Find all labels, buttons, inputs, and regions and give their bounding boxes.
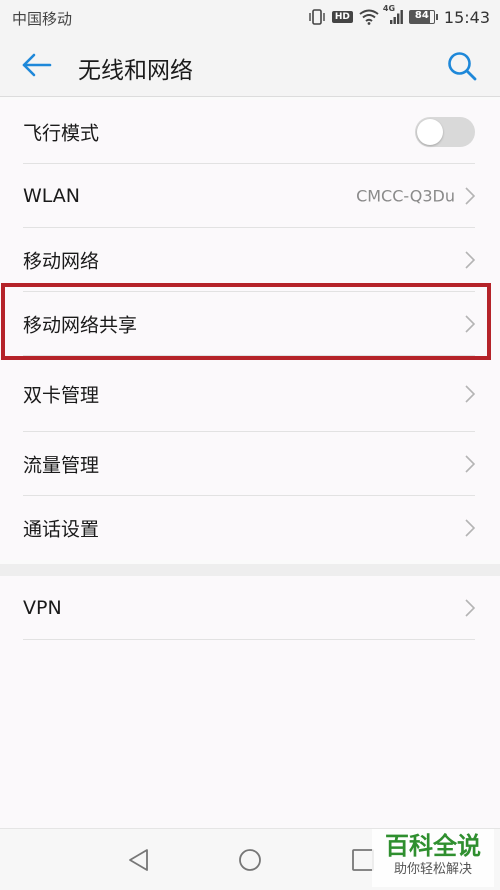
settings-row-call-settings[interactable]: 通话设置 xyxy=(23,496,475,560)
row-label: 移动网络共享 xyxy=(23,314,138,336)
wifi-icon xyxy=(359,9,379,25)
circle-home-icon xyxy=(239,849,261,871)
group-divider xyxy=(0,564,500,576)
row-label: VPN xyxy=(23,596,62,619)
nav-home-button[interactable] xyxy=(237,847,263,873)
settings-row-wlan[interactable]: WLAN CMCC-Q3Du xyxy=(23,164,475,228)
chevron-right-icon xyxy=(465,454,475,473)
row-label: 流量管理 xyxy=(23,454,100,476)
vibrate-icon xyxy=(308,9,326,25)
arrow-left-icon xyxy=(22,53,52,77)
page-title: 无线和网络 xyxy=(78,58,193,84)
watermark-title: 百科全说 xyxy=(385,832,481,860)
back-button[interactable] xyxy=(20,50,56,80)
row-label: 双卡管理 xyxy=(23,384,100,406)
triangle-back-icon xyxy=(129,849,148,871)
nav-back-button[interactable] xyxy=(126,847,152,873)
chevron-right-icon xyxy=(465,384,475,403)
hd-badge: HD xyxy=(331,11,353,23)
network-type-label: 4G xyxy=(382,4,396,13)
wlan-network-name: CMCC-Q3Du xyxy=(356,186,455,205)
clock: 15:43 xyxy=(443,7,490,27)
status-icons: HD 4G 84 15:43 xyxy=(308,4,490,27)
watermark-subtitle: 助你轻松解决 xyxy=(393,862,472,877)
chevron-right-icon xyxy=(465,314,475,333)
row-label: 飞行模式 xyxy=(23,122,100,144)
app-header: 无线和网络 xyxy=(0,34,500,97)
settings-row-vpn[interactable]: VPN xyxy=(23,576,475,640)
settings-row-mobile-network[interactable]: 移动网络 xyxy=(23,228,475,292)
search-button[interactable] xyxy=(446,50,478,82)
row-label: 移动网络 xyxy=(23,250,100,272)
battery-icon: 84 xyxy=(408,10,435,24)
row-label: WLAN xyxy=(23,184,81,207)
battery-percent: 84 xyxy=(414,10,429,21)
cellular-signal-icon: 4G xyxy=(383,4,403,25)
toggle-knob xyxy=(417,118,443,145)
settings-row-tethering[interactable]: 移动网络共享 xyxy=(23,292,475,356)
settings-group-vpn: VPN xyxy=(0,576,500,828)
settings-group-main: 飞行模式 WLAN CMCC-Q3Du 移动网络 移动网络共享 双卡管理 流量管… xyxy=(0,100,500,560)
carrier-name: 中国移动 xyxy=(12,10,73,28)
settings-row-dual-sim[interactable]: 双卡管理 xyxy=(23,356,475,432)
chevron-right-icon xyxy=(465,186,475,205)
battery-nub xyxy=(435,14,438,20)
search-icon xyxy=(448,52,477,81)
chevron-right-icon xyxy=(465,519,475,537)
chevron-right-icon xyxy=(465,598,475,617)
status-bar: 中国移动 HD 4G 84 15:43 xyxy=(0,0,500,34)
chevron-right-icon xyxy=(465,250,475,269)
row-label: 通话设置 xyxy=(23,518,100,541)
settings-row-data-usage[interactable]: 流量管理 xyxy=(23,432,475,496)
settings-row-airplane-mode[interactable]: 飞行模式 xyxy=(23,100,475,164)
watermark-logo: 百科全说 助你轻松解决 xyxy=(372,829,494,887)
airplane-mode-toggle[interactable] xyxy=(415,116,475,147)
